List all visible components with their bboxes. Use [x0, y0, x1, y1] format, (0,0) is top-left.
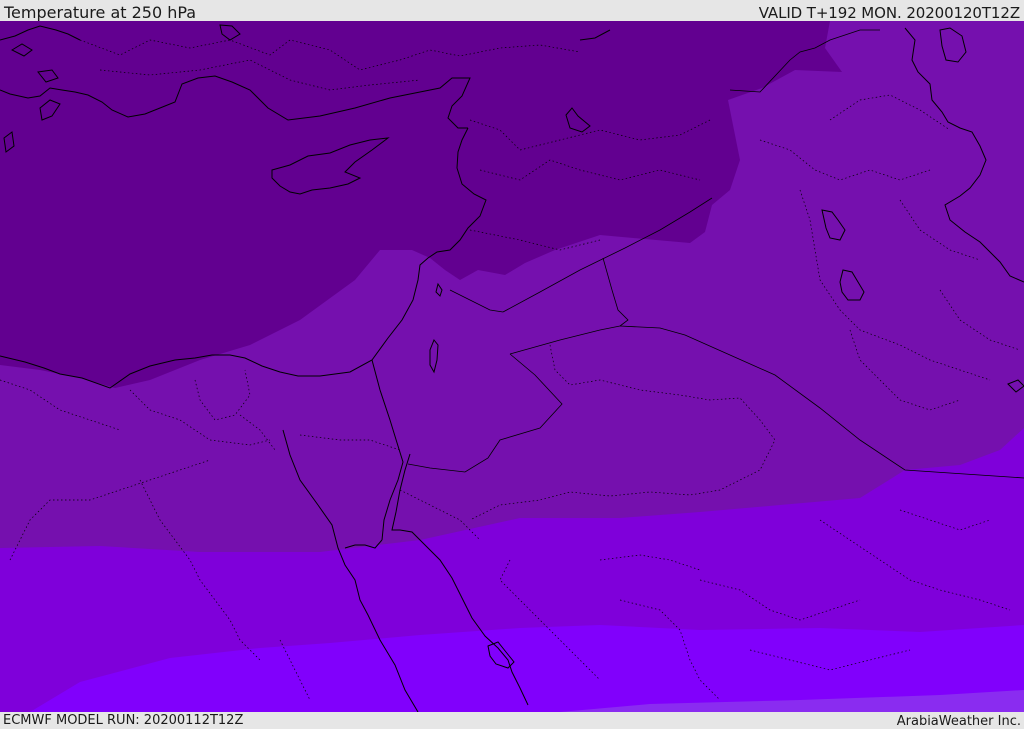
map-title: Temperature at 250 hPa — [4, 3, 197, 22]
map-footer: ECMWF MODEL RUN: 20200112T12Z ArabiaWeat… — [0, 712, 1024, 729]
map-canvas — [0, 21, 1024, 712]
map-header: Temperature at 250 hPa VALID T+192 MON. … — [0, 0, 1024, 22]
model-run-label: ECMWF MODEL RUN: 20200112T12Z — [3, 713, 244, 728]
valid-time-label: VALID T+192 MON. 20200120T12Z — [758, 4, 1020, 22]
credit-label: ArabiaWeather Inc. — [896, 714, 1021, 729]
weather-map-page: Temperature at 250 hPa VALID T+192 MON. … — [0, 0, 1024, 729]
temperature-map[interactable] — [0, 21, 1024, 712]
